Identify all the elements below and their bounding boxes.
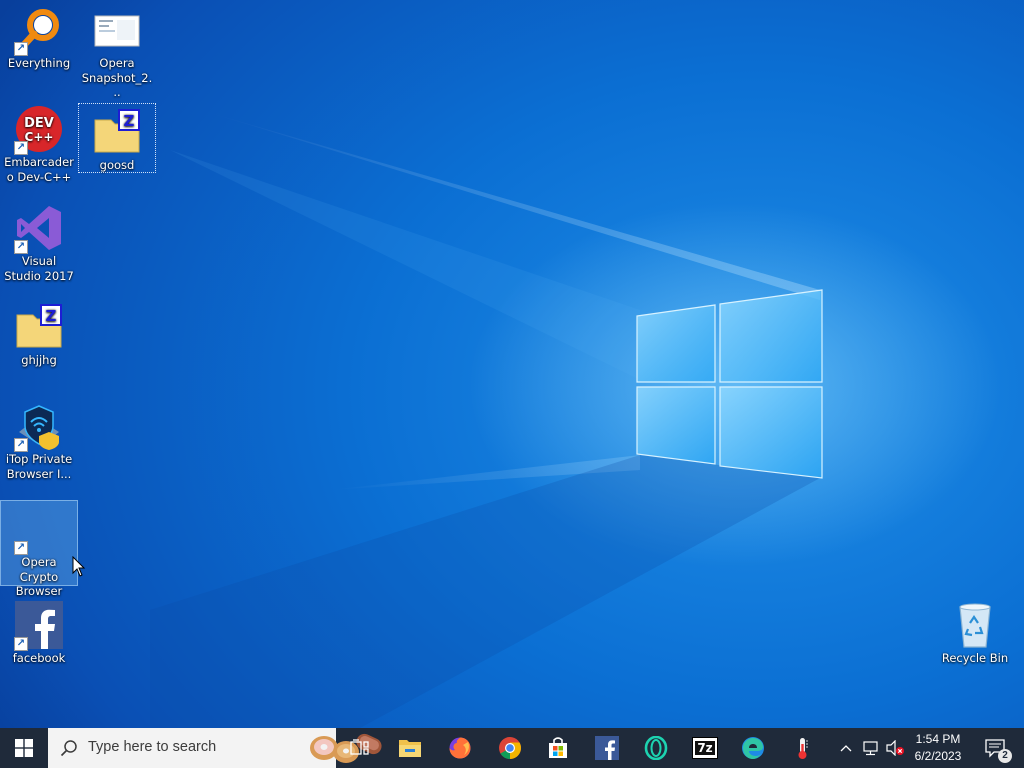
desktop-icon-label: iTop Private Browser I... — [5, 452, 73, 481]
shortcut-arrow-icon: ↗ — [14, 541, 28, 555]
desktop-icon-label: facebook — [12, 651, 66, 665]
desktop[interactable]: ↗ Everything Opera Snapshot_2... DEV C++… — [0, 0, 1024, 728]
zipped-folder-icon: Z — [93, 108, 141, 156]
task-view-icon — [350, 739, 369, 755]
facebook-icon: ↗ — [14, 601, 63, 651]
wallpaper-windows-logo — [636, 289, 823, 479]
7zip-icon: 7z — [692, 737, 718, 759]
desktop-icon-label: Visual Studio 2017 — [4, 254, 74, 283]
desktop-icon-opera-crypto[interactable]: ↗ Opera Crypto Browser — [0, 500, 78, 598]
7zip-icon-label: 7z — [695, 741, 715, 755]
svg-text:DEV: DEV — [24, 116, 54, 131]
thermometer-icon — [798, 738, 808, 759]
image-file-icon — [93, 6, 141, 54]
desktop-icon-label: Opera Snapshot_2... — [81, 56, 153, 99]
desktop-icon-label: ghjjhg — [21, 353, 57, 367]
firefox-icon — [449, 737, 471, 759]
svg-text:Z: Z — [46, 307, 57, 325]
desktop-icon-facebook[interactable]: ↗ facebook — [1, 597, 77, 669]
zipped-folder-icon: Z — [15, 303, 63, 351]
show-hidden-icons-button[interactable] — [836, 728, 856, 768]
facebook-icon — [595, 736, 619, 760]
visual-studio-icon: ↗ — [14, 204, 63, 254]
taskbar-app-microsoft-store[interactable] — [534, 728, 582, 768]
shortcut-arrow-icon: ↗ — [14, 438, 28, 452]
mouse-cursor-icon — [72, 556, 86, 577]
search-placeholder: Type here to search — [88, 739, 217, 755]
devcpp-icon: DEV C++ ↗ — [14, 105, 63, 155]
network-icon — [863, 741, 878, 756]
svg-text:Z: Z — [124, 112, 135, 130]
start-button[interactable] — [0, 728, 48, 768]
action-center-button[interactable]: 2 — [976, 728, 1016, 768]
desktop-icon-everything[interactable]: ↗ Everything — [1, 2, 77, 90]
volume-tray-button[interactable] — [884, 728, 906, 768]
store-icon — [549, 737, 567, 758]
shortcut-arrow-icon: ↗ — [14, 240, 28, 254]
network-tray-button[interactable] — [860, 728, 882, 768]
recycle-bin-icon — [951, 601, 999, 649]
shortcut-arrow-icon: ↗ — [14, 42, 28, 56]
taskbar-app-edge[interactable] — [729, 728, 777, 768]
edge-icon — [742, 737, 764, 759]
desktop-icon-label: Everything — [7, 56, 71, 70]
opera-crypto-icon: ↗ — [14, 505, 63, 555]
desktop-icon-label: goosd — [99, 158, 135, 172]
taskbar-app-7zip[interactable]: 7z — [681, 728, 729, 768]
desktop-icon-ghjjhg[interactable]: Z ghjjhg — [1, 299, 77, 371]
chrome-icon — [499, 737, 521, 759]
desktop-icon-opera-snapshot[interactable]: Opera Snapshot_2... — [79, 2, 155, 99]
desktop-icon-recycle-bin[interactable]: Recycle Bin — [937, 597, 1013, 669]
taskbar: Type here to search 7z 1:54 PM 6/2/2023 … — [0, 728, 1024, 768]
desktop-icon-goosd[interactable]: Z goosd — [78, 103, 156, 173]
desktop-icon-label: Embarcadero Dev-C++ — [4, 155, 74, 184]
taskbar-app-thermometer[interactable] — [778, 728, 826, 768]
notification-count-badge: 2 — [998, 749, 1012, 763]
svg-text:C++: C++ — [25, 130, 54, 144]
clock-button[interactable]: 1:54 PM 6/2/2023 — [906, 731, 970, 765]
desktop-icon-label: Opera Crypto Browser — [15, 555, 63, 598]
chevron-up-icon — [840, 745, 852, 752]
taskbar-app-chrome[interactable] — [486, 728, 534, 768]
desktop-icon-devcpp[interactable]: DEV C++ ↗ Embarcadero Dev-C++ — [1, 101, 77, 189]
desktop-icon-label: Recycle Bin — [941, 651, 1009, 665]
taskbar-app-firefox[interactable] — [436, 728, 484, 768]
desktop-icon-itop-browser[interactable]: ↗ iTop Private Browser I... — [1, 398, 77, 486]
windows-logo-icon — [15, 739, 33, 757]
search-box[interactable]: Type here to search — [48, 728, 382, 768]
clock-date: 6/2/2023 — [914, 749, 962, 763]
itop-browser-icon: ↗ — [14, 402, 63, 452]
taskbar-app-facebook[interactable] — [583, 728, 631, 768]
desktop-icon-visual-studio[interactable]: ↗ Visual Studio 2017 — [1, 200, 77, 288]
search-icon — [60, 740, 77, 757]
file-explorer-icon — [399, 740, 421, 757]
shortcut-arrow-icon: ↗ — [14, 637, 28, 651]
opera-icon — [644, 736, 668, 760]
everything-magnifier-icon: ↗ — [14, 6, 63, 56]
taskbar-app-file-explorer[interactable] — [386, 728, 434, 768]
clock-time: 1:54 PM — [915, 732, 961, 746]
task-view-button[interactable] — [336, 728, 384, 768]
taskbar-app-opera[interactable] — [632, 728, 680, 768]
shortcut-arrow-icon: ↗ — [14, 141, 28, 155]
volume-muted-icon — [886, 740, 904, 756]
